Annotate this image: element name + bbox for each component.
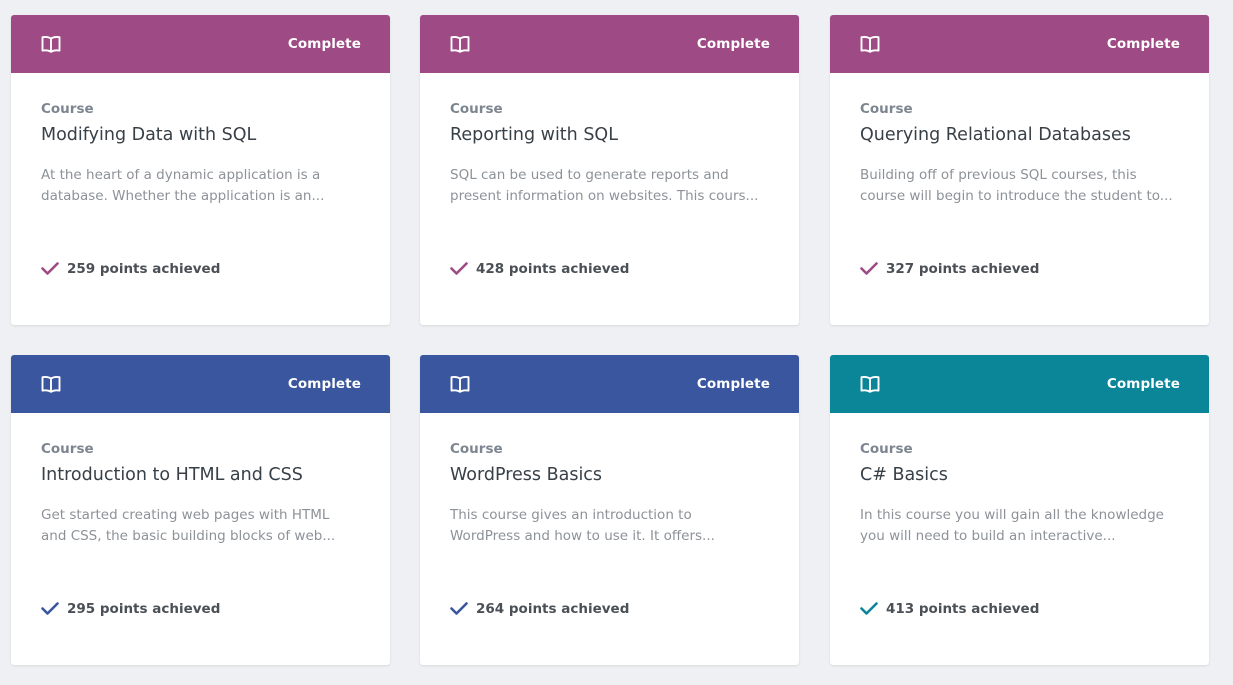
points-achieved: 295 points achieved (41, 601, 220, 617)
status-badge: Complete (696, 376, 770, 392)
course-title[interactable]: Modifying Data with SQL (41, 124, 360, 146)
course-type-label: Course (41, 101, 94, 117)
course-title[interactable]: Reporting with SQL (450, 124, 769, 146)
points-text: 264 points achieved (476, 601, 630, 617)
check-icon (41, 602, 59, 616)
points-achieved: 428 points achieved (450, 261, 629, 277)
points-text: 327 points achieved (886, 261, 1040, 277)
course-card-modifying-data-with-sql[interactable]: Complete Course Modifying Data with SQL … (11, 15, 390, 325)
points-text: 413 points achieved (886, 601, 1040, 617)
course-description-line: and CSS, the basic building blocks of we… (41, 528, 336, 544)
course-card-reporting-with-sql[interactable]: Complete Course Reporting with SQL SQL c… (420, 15, 799, 325)
course-type-label: Course (450, 101, 503, 117)
course-card-wordpress-basics[interactable]: Complete Course WordPress Basics This co… (420, 355, 799, 665)
course-description: Get started creating web pages with HTML… (41, 505, 363, 547)
course-description-line: present information on websites. This co… (450, 188, 759, 204)
course-type-label: Course (41, 441, 94, 457)
course-title[interactable]: WordPress Basics (450, 464, 769, 486)
card-body: Course Modifying Data with SQL At the he… (11, 73, 390, 325)
card-header: Complete (420, 355, 799, 413)
card-body: Course WordPress Basics This course give… (420, 413, 799, 665)
course-description: SQL can be used to generate reports and … (450, 165, 772, 207)
book-icon (860, 35, 880, 53)
course-description-line: Building off of previous SQL courses, th… (860, 167, 1137, 183)
points-text: 428 points achieved (476, 261, 630, 277)
points-text: 259 points achieved (67, 261, 221, 277)
course-description-line: SQL can be used to generate reports and (450, 167, 729, 183)
card-body: Course Reporting with SQL SQL can be use… (420, 73, 799, 325)
course-title[interactable]: Querying Relational Databases (860, 124, 1179, 146)
book-icon (860, 375, 880, 393)
course-card-querying-relational-databases[interactable]: Complete Course Querying Relational Data… (830, 15, 1209, 325)
course-title[interactable]: C# Basics (860, 464, 1179, 486)
points-achieved: 413 points achieved (860, 601, 1039, 617)
status-badge: Complete (1106, 376, 1180, 392)
check-icon (41, 262, 59, 276)
course-description-line: you will need to build an interactive... (860, 528, 1116, 544)
status-badge: Complete (696, 36, 770, 52)
check-icon (860, 602, 878, 616)
check-icon (450, 602, 468, 616)
status-badge: Complete (287, 376, 361, 392)
status-badge: Complete (1106, 36, 1180, 52)
card-header: Complete (11, 15, 390, 73)
book-icon (450, 35, 470, 53)
check-icon (860, 262, 878, 276)
points-text: 295 points achieved (67, 601, 221, 617)
course-description-line: In this course you will gain all the kno… (860, 507, 1164, 523)
course-type-label: Course (860, 441, 913, 457)
course-description-line: WordPress and how to use it. It offers..… (450, 528, 715, 544)
book-icon (41, 375, 61, 393)
points-achieved: 264 points achieved (450, 601, 629, 617)
card-body: Course Introduction to HTML and CSS Get … (11, 413, 390, 665)
course-card-introduction-to-html-and-css[interactable]: Complete Course Introduction to HTML and… (11, 355, 390, 665)
course-type-label: Course (450, 441, 503, 457)
course-description-line: Get started creating web pages with HTML (41, 507, 330, 523)
course-description-line: database. Whether the application is an.… (41, 188, 325, 204)
card-header: Complete (420, 15, 799, 73)
points-achieved: 327 points achieved (860, 261, 1039, 277)
course-grid: Complete Course Modifying Data with SQL … (0, 0, 1233, 685)
card-body: Course Querying Relational Databases Bui… (830, 73, 1209, 325)
card-header: Complete (830, 15, 1209, 73)
course-description: This course gives an introduction to Wor… (450, 505, 772, 547)
course-description: Building off of previous SQL courses, th… (860, 165, 1182, 207)
course-description-line: At the heart of a dynamic application is… (41, 167, 321, 183)
check-icon (450, 262, 468, 276)
card-body: Course C# Basics In this course you will… (830, 413, 1209, 665)
course-description-line: course will begin to introduce the stude… (860, 188, 1173, 204)
course-description: In this course you will gain all the kno… (860, 505, 1182, 547)
card-header: Complete (830, 355, 1209, 413)
points-achieved: 259 points achieved (41, 261, 220, 277)
course-description-line: This course gives an introduction to (450, 507, 692, 523)
card-header: Complete (11, 355, 390, 413)
course-card-csharp-basics[interactable]: Complete Course C# Basics In this course… (830, 355, 1209, 665)
course-type-label: Course (860, 101, 913, 117)
book-icon (41, 35, 61, 53)
book-icon (450, 375, 470, 393)
status-badge: Complete (287, 36, 361, 52)
course-description: At the heart of a dynamic application is… (41, 165, 363, 207)
course-title[interactable]: Introduction to HTML and CSS (41, 464, 360, 486)
